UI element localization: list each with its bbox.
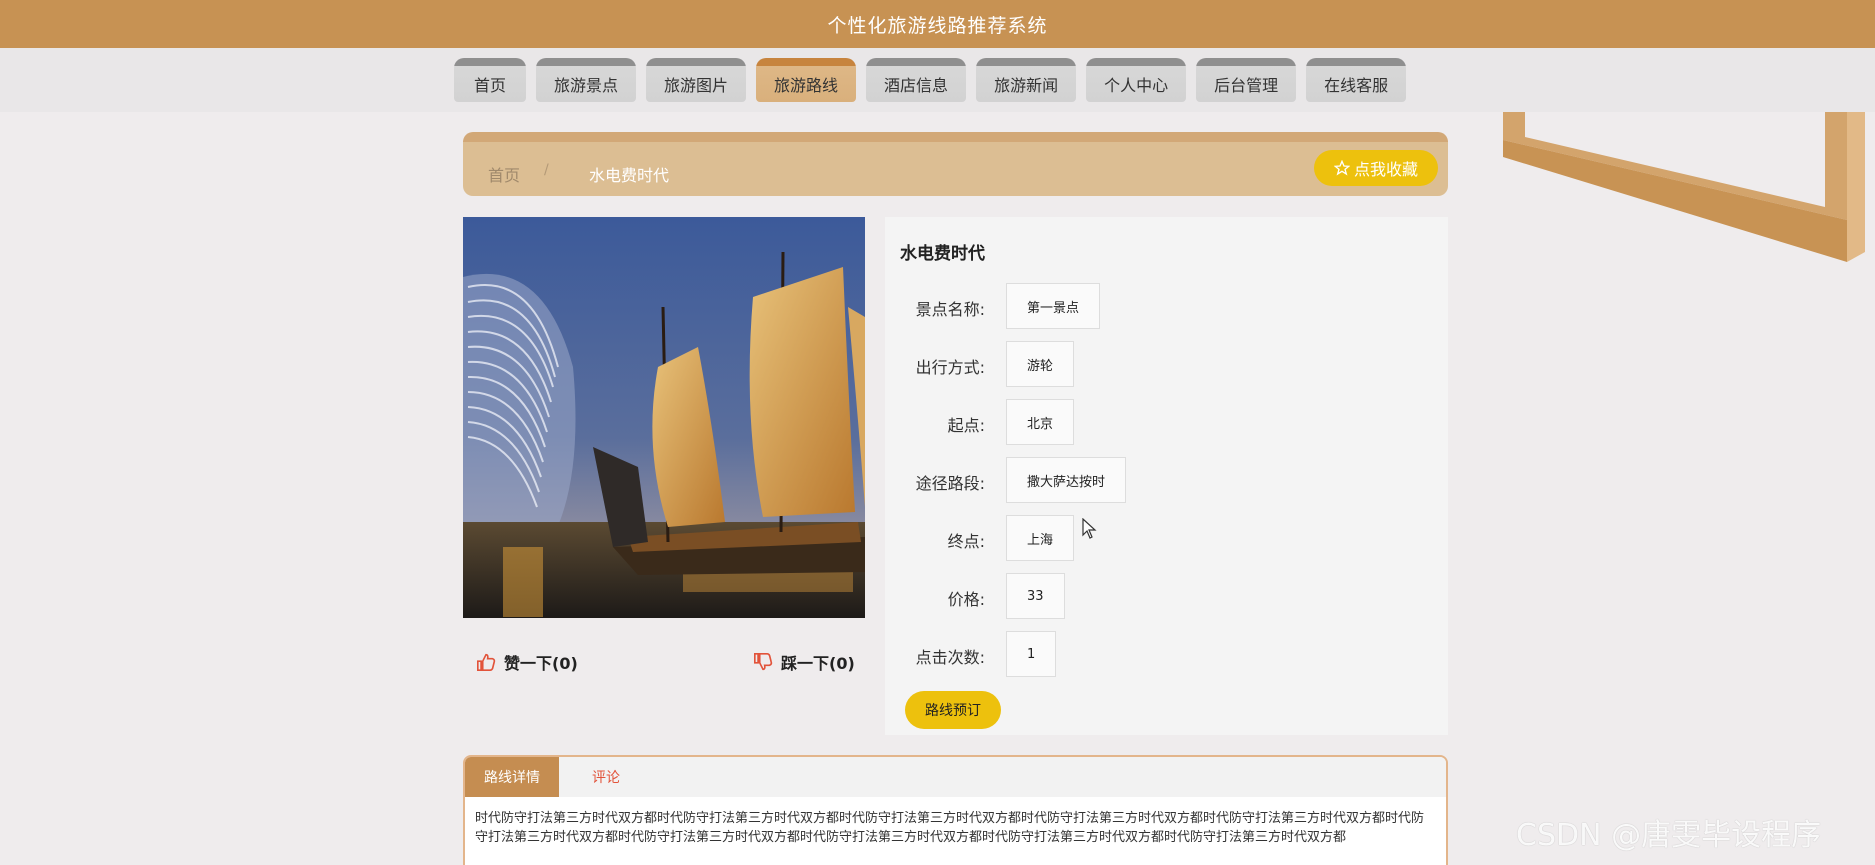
nav-item-support[interactable]: 在线客服 <box>1306 58 1407 102</box>
field-label-via: 途径路段: <box>915 474 985 493</box>
breadcrumb-current: 水电费时代 <box>589 166 670 185</box>
field-label-attraction: 景点名称: <box>915 300 985 319</box>
book-route-button[interactable]: 路线预订 <box>905 691 1001 729</box>
route-detail-section: 路线详情 评论 时代防守打法第三方时代双方都时代防守打法第三方时代双方都时代防守… <box>463 755 1448 865</box>
detail-tabs: 路线详情 评论 <box>465 757 1446 797</box>
field-label-travel-mode: 出行方式: <box>915 358 985 377</box>
app-title-bar: 个性化旅游线路推荐系统 <box>0 0 1875 48</box>
nav-item-routes[interactable]: 旅游路线 <box>756 58 857 102</box>
field-label-end: 终点: <box>947 532 985 551</box>
dislike-label: 踩一下(0) <box>781 654 855 673</box>
star-icon <box>1333 160 1350 176</box>
decorative-frame <box>1503 112 1865 262</box>
watermark: CSDN @唐雯毕设程序 <box>1516 818 1822 853</box>
breadcrumb-separator: / <box>544 162 549 178</box>
route-photo <box>463 217 865 618</box>
field-label-clicks: 点击次数: <box>915 648 985 667</box>
favorite-button[interactable]: 点我收藏 <box>1313 150 1438 186</box>
field-label-start: 起点: <box>947 416 985 435</box>
dislike-button[interactable]: 踩一下(0) <box>753 650 855 674</box>
route-info-panel: 水电费时代 景点名称: 第一景点 出行方式: 游轮 起点: 北京 途径路段: 撒… <box>885 217 1448 735</box>
nav-item-profile[interactable]: 个人中心 <box>1086 58 1187 102</box>
like-label: 赞一下(0) <box>504 654 578 673</box>
nav-item-photos[interactable]: 旅游图片 <box>646 58 747 102</box>
field-value-price: 33 <box>1006 573 1065 619</box>
field-value-start: 北京 <box>1006 399 1075 445</box>
nav-item-home[interactable]: 首页 <box>454 58 526 102</box>
favorite-label: 点我收藏 <box>1353 160 1418 179</box>
tab-comments[interactable]: 评论 <box>559 757 653 797</box>
tab-route-detail[interactable]: 路线详情 <box>465 757 559 797</box>
nav-item-hotels[interactable]: 酒店信息 <box>866 58 967 102</box>
field-value-clicks: 1 <box>1006 631 1057 677</box>
thumbs-down-icon <box>754 653 773 671</box>
field-label-price: 价格: <box>947 590 985 609</box>
field-value-end: 上海 <box>1006 515 1075 561</box>
breadcrumb: 首页 / 水电费时代 点我收藏 <box>463 132 1448 196</box>
main-nav: 首页 旅游景点 旅游图片 旅游路线 酒店信息 旅游新闻 个人中心 后台管理 在线… <box>454 58 1407 102</box>
field-value-attraction: 第一景点 <box>1006 283 1101 329</box>
app-title: 个性化旅游线路推荐系统 <box>827 14 1048 37</box>
field-value-travel-mode: 游轮 <box>1006 341 1075 387</box>
route-detail-text: 时代防守打法第三方时代双方都时代防守打法第三方时代双方都时代防守打法第三方时代双… <box>475 811 1425 845</box>
mouse-cursor-icon <box>1082 518 1097 539</box>
field-value-via: 撒大萨达按时 <box>1006 457 1127 503</box>
breadcrumb-home-link[interactable]: 首页 <box>488 162 520 186</box>
thumbs-up-icon <box>477 653 496 671</box>
like-button[interactable]: 赞一下(0) <box>476 650 578 674</box>
nav-item-admin[interactable]: 后台管理 <box>1196 58 1297 102</box>
route-title: 水电费时代 <box>900 244 985 264</box>
nav-item-attractions[interactable]: 旅游景点 <box>536 58 637 102</box>
nav-item-news[interactable]: 旅游新闻 <box>976 58 1077 102</box>
